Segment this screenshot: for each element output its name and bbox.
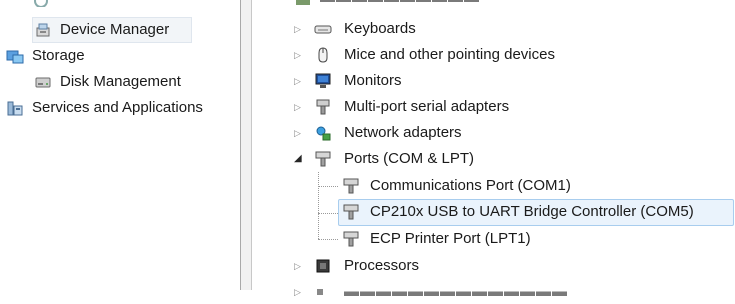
category-label: Monitors: [344, 72, 402, 89]
expand-arrow-icon[interactable]: ▷: [294, 121, 301, 145]
port-icon: [343, 231, 359, 247]
services-applications-icon: [7, 101, 23, 116]
pane-splitter[interactable]: [240, 0, 252, 290]
device-label: CP210x USB to UART Bridge Controller (CO…: [370, 203, 694, 220]
sound-icon: [317, 289, 323, 295]
tree-connector: [318, 186, 338, 187]
category-label: Ports (COM & LPT): [344, 150, 475, 167]
expand-arrow-icon: ▷: [294, 287, 301, 297]
category-label: Network adapters: [344, 124, 462, 141]
expand-arrow-icon[interactable]: ▷: [294, 69, 301, 93]
category-label: Processors: [344, 257, 420, 274]
expand-arrow-icon[interactable]: ▷: [294, 43, 301, 67]
expand-arrow-icon[interactable]: ▷: [294, 17, 301, 41]
category-label: Multi-port serial adapters: [344, 98, 510, 115]
tree-connector: [318, 239, 338, 240]
processor-icon: [316, 259, 330, 273]
tree-item-label: Device Manager: [60, 21, 170, 38]
keyboard-icon: [314, 25, 332, 34]
category-label: Mice and other pointing devices: [344, 46, 555, 63]
navigation-tree: Device Manager Storage Disk Management S…: [0, 0, 240, 290]
disk-management-icon: [35, 77, 51, 88]
tree-connector: [318, 213, 338, 214]
monitor-icon: [315, 73, 331, 88]
port-icon: [343, 204, 359, 220]
serial-adapter-icon: [316, 99, 330, 115]
expand-arrow-icon[interactable]: ▷: [294, 254, 301, 278]
port-icon: [343, 178, 359, 194]
device-manager-icon: [36, 23, 50, 37]
device-label: Communications Port (COM1): [370, 177, 571, 194]
port-icon: [315, 151, 331, 167]
partial-text: ▬▬▬▬▬▬▬▬▬▬: [320, 0, 480, 10]
tree-item-label: Disk Management: [60, 73, 181, 90]
device-tree: ▬▬▬▬▬▬▬▬▬▬ ▷ Keyboards ▷ Mice and other …: [258, 0, 735, 300]
partial-icon: [34, 0, 48, 7]
network-adapter-icon: [316, 126, 331, 141]
tree-item-label: Storage: [32, 47, 85, 64]
storage-icon: [6, 50, 24, 64]
partial-text: ▬▬▬▬▬▬▬▬▬▬▬▬▬▬: [344, 283, 568, 300]
mouse-icon: [318, 47, 328, 63]
device-label: ECP Printer Port (LPT1): [370, 230, 531, 247]
partial-icon: [296, 0, 310, 5]
tree-connector: [318, 172, 319, 239]
tree-item-label: Services and Applications: [32, 99, 203, 116]
collapse-arrow-icon[interactable]: ◢: [294, 147, 302, 171]
category-label: Keyboards: [344, 20, 416, 37]
expand-arrow-icon[interactable]: ▷: [294, 95, 301, 119]
